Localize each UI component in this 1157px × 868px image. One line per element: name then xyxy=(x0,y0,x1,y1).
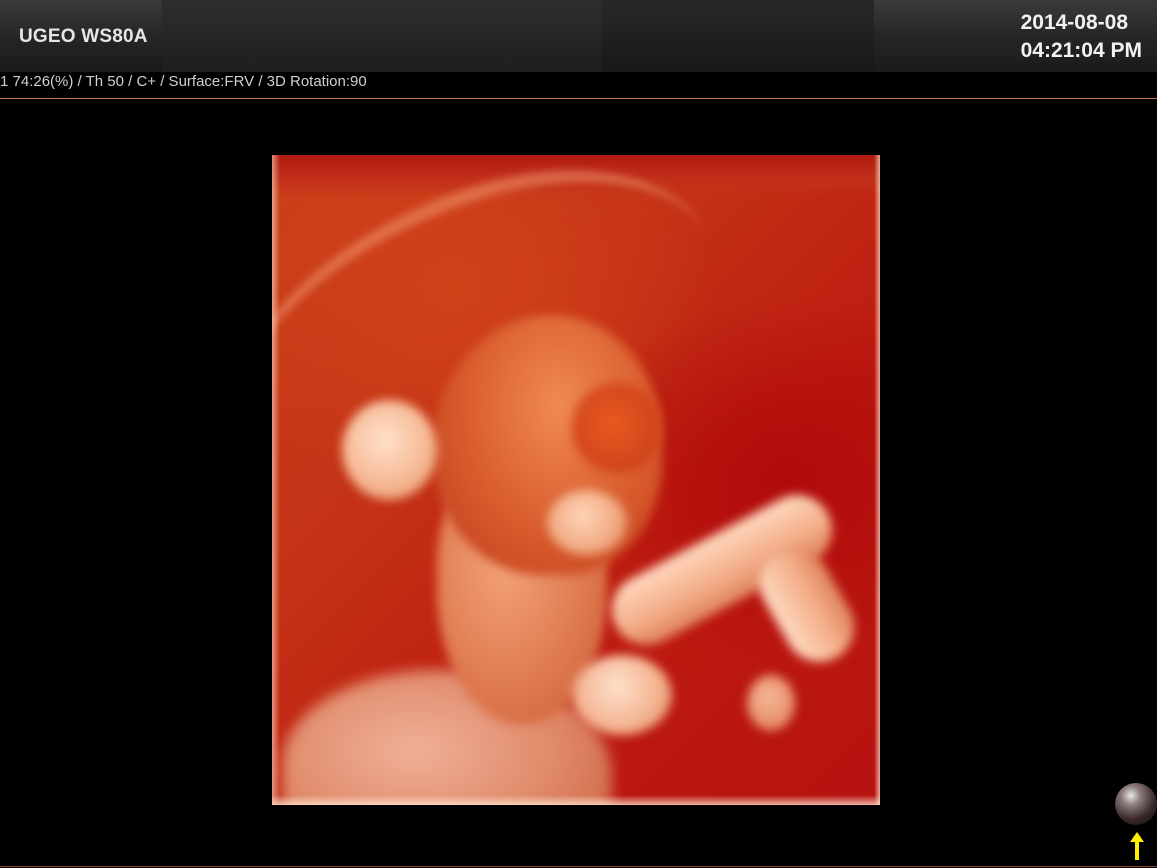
imaging-parameters: 1 74:26(%) / Th 50 / C+ / Surface:FRV / … xyxy=(0,73,367,90)
header-divider xyxy=(0,98,1157,99)
3d-render-viewport[interactable] xyxy=(272,155,880,805)
volume-edge-bottom xyxy=(272,795,880,805)
volume-edge-left xyxy=(272,155,280,805)
device-model: UGEO WS80A xyxy=(19,26,148,47)
ultrasound-screen: UGEO WS80A 2014-08-08 04:21:04 PM 1 74:2… xyxy=(0,0,1157,868)
fetal-foot xyxy=(572,655,672,735)
header-panel-middle xyxy=(162,0,602,72)
fetal-eye-region xyxy=(572,383,662,473)
orientation-sphere-icon[interactable] xyxy=(1115,783,1157,825)
up-arrow-icon xyxy=(1130,832,1144,860)
fetal-hand xyxy=(547,490,627,555)
top-bar: UGEO WS80A 2014-08-08 04:21:04 PM xyxy=(0,0,1157,72)
time: 04:21:04 PM xyxy=(1020,39,1142,62)
header-panel-middle-2 xyxy=(602,0,874,72)
model-panel: UGEO WS80A xyxy=(0,0,162,72)
date: 2014-08-08 xyxy=(1020,11,1129,34)
echo-spot xyxy=(747,675,795,731)
datetime: 2014-08-08 04:21:04 PM xyxy=(1021,9,1142,65)
datetime-panel: 2014-08-08 04:21:04 PM xyxy=(874,0,1157,72)
fetal-arm xyxy=(342,400,437,500)
footer-divider xyxy=(0,866,1157,867)
volume-edge-right xyxy=(874,155,880,805)
